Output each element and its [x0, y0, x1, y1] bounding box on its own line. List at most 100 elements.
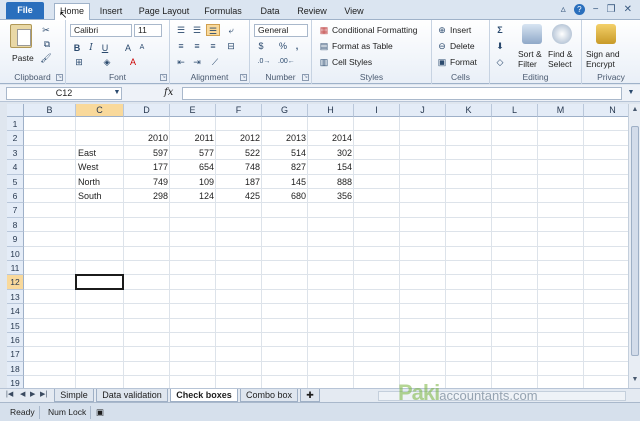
tab-insert[interactable]: Insert — [96, 4, 126, 20]
last-sheet-icon[interactable]: ▶| — [40, 390, 47, 398]
row-header-5[interactable]: 5 — [7, 174, 24, 189]
column-header-h[interactable]: H — [308, 104, 354, 117]
vertical-scrollbar[interactable]: ▲ ▼ — [628, 104, 640, 388]
worksheet-grid[interactable]: B C D E F G H I J K L M N 1 2 3 4 5 6 7 8 9 10 11 12 13 14 15 16 17 18… — [7, 104, 628, 388]
row-header-16[interactable]: 16 — [7, 333, 24, 348]
cell-year-header[interactable]: 2013 — [262, 131, 308, 145]
row-header-8[interactable]: 8 — [7, 217, 24, 233]
format-cells-button[interactable]: Format — [450, 56, 477, 68]
column-header-k[interactable]: K — [446, 104, 492, 117]
sheet-tab-data-validation[interactable]: Data validation — [96, 389, 168, 402]
tab-page-layout[interactable]: Page Layout — [138, 4, 190, 20]
align-bottom-icon[interactable]: ☰ — [206, 24, 220, 36]
font-size-select[interactable]: 11 — [134, 24, 162, 37]
column-header-c[interactable]: C — [76, 104, 124, 117]
conditional-formatting-button[interactable]: Conditional Formatting — [332, 24, 418, 36]
cell-value[interactable]: 748 — [216, 160, 262, 174]
cell-value[interactable]: 124 — [170, 189, 216, 203]
name-box[interactable]: C12 — [6, 87, 122, 100]
cell-value[interactable]: 298 — [124, 189, 170, 203]
fill-icon[interactable]: ⬇ — [494, 40, 506, 52]
cell-value[interactable]: 827 — [262, 160, 308, 174]
cell-value[interactable]: 522 — [216, 146, 262, 160]
cell-value[interactable]: 654 — [170, 160, 216, 174]
column-header-e[interactable]: E — [170, 104, 216, 117]
ribbon-minimize-icon[interactable]: ▵ — [561, 4, 566, 15]
column-header-i[interactable]: I — [354, 104, 400, 117]
help-icon[interactable]: ? — [573, 4, 585, 15]
decrease-indent-icon[interactable]: ⇤ — [174, 56, 188, 68]
fill-color-icon[interactable]: ◈ — [100, 56, 114, 68]
paste-icon[interactable] — [10, 24, 32, 48]
column-header-g[interactable]: G — [262, 104, 308, 117]
row-header-3[interactable]: 3 — [7, 145, 24, 161]
cell-region-label[interactable]: South — [76, 189, 124, 203]
macro-record-icon[interactable]: ▣ — [92, 406, 108, 419]
merge-center-icon[interactable]: ⊟ — [224, 40, 238, 52]
row-header-10[interactable]: 10 — [7, 246, 24, 261]
cell-value[interactable]: 597 — [124, 146, 170, 160]
format-as-table-button[interactable]: Format as Table — [332, 40, 393, 52]
cell-year-header[interactable]: 2014 — [308, 131, 354, 145]
insert-sheet-icon[interactable]: ✚ — [300, 389, 320, 402]
cell-value[interactable]: 356 — [308, 189, 354, 203]
first-sheet-icon[interactable]: |◀ — [6, 390, 13, 398]
tab-file[interactable]: File — [6, 2, 44, 19]
paste-button[interactable]: Paste — [12, 52, 34, 64]
sort-filter-button[interactable]: Filter — [518, 58, 537, 70]
cell-region-label[interactable]: East — [76, 146, 124, 160]
prev-sheet-icon[interactable]: ◀ — [20, 390, 25, 398]
row-header-4[interactable]: 4 — [7, 160, 24, 175]
currency-button[interactable]: $ — [256, 40, 266, 52]
increase-decimal-icon[interactable]: .0→ — [256, 56, 272, 68]
autosum-icon[interactable]: Σ — [494, 24, 506, 36]
minimize-icon[interactable]: − — [593, 4, 599, 15]
align-right-icon[interactable]: ≡ — [206, 40, 220, 52]
column-header-d[interactable]: D — [124, 104, 170, 117]
cell-value[interactable]: 888 — [308, 175, 354, 189]
number-format-select[interactable]: General — [254, 24, 308, 37]
scroll-down-icon[interactable]: ▼ — [629, 376, 640, 383]
cell-region-label[interactable]: North — [76, 175, 124, 189]
number-launcher-icon[interactable]: ↘ — [302, 74, 309, 81]
row-header-11[interactable]: 11 — [7, 261, 24, 276]
row-header-14[interactable]: 14 — [7, 304, 24, 319]
cell-year-header[interactable]: 2011 — [170, 131, 216, 145]
increase-indent-icon[interactable]: ⇥ — [190, 56, 204, 68]
delete-cells-button[interactable]: Delete — [450, 40, 475, 52]
cell-styles-button[interactable]: Cell Styles — [332, 56, 372, 68]
cell-region-label[interactable]: West — [76, 160, 124, 174]
wrap-text-icon[interactable]: ⤶ — [224, 24, 238, 36]
cell-value[interactable]: 145 — [262, 175, 308, 189]
shrink-font-icon[interactable]: A — [136, 42, 148, 54]
row-header-1[interactable]: 1 — [7, 117, 24, 132]
row-header-9[interactable]: 9 — [7, 232, 24, 247]
next-sheet-icon[interactable]: ▶ — [30, 390, 35, 398]
cell-value[interactable]: 680 — [262, 189, 308, 203]
cell-value[interactable]: 425 — [216, 189, 262, 203]
restore-icon[interactable]: ❐ — [607, 4, 616, 15]
insert-cells-button[interactable]: Insert — [450, 24, 471, 36]
vertical-scroll-thumb[interactable] — [631, 126, 639, 356]
row-header-6[interactable]: 6 — [7, 189, 24, 204]
expand-formula-icon[interactable]: ▼ — [626, 87, 636, 99]
tab-view[interactable]: View — [340, 4, 368, 20]
select-all-corner[interactable] — [7, 104, 24, 117]
cell-value[interactable]: 302 — [308, 146, 354, 160]
decrease-decimal-icon[interactable]: .00← — [278, 56, 295, 68]
bold-button[interactable]: B — [72, 42, 82, 54]
cell-value[interactable]: 577 — [170, 146, 216, 160]
sheet-tab-check-boxes[interactable]: Check boxes — [170, 389, 238, 402]
column-header-j[interactable]: J — [400, 104, 446, 117]
orientation-icon[interactable]: ⟋ — [208, 56, 222, 68]
tab-review[interactable]: Review — [294, 4, 330, 20]
column-header-b[interactable]: B — [24, 104, 76, 117]
grow-font-icon[interactable]: A — [122, 42, 134, 54]
format-painter-icon[interactable]: 🖌 — [40, 52, 52, 64]
insert-function-button[interactable]: fx — [164, 87, 173, 98]
comma-button[interactable]: , — [292, 40, 302, 52]
column-header-n[interactable]: N — [584, 104, 628, 117]
find-select-button[interactable]: Select — [548, 58, 572, 70]
percent-button[interactable]: % — [278, 40, 288, 52]
name-box-dropdown-icon[interactable]: ▼ — [112, 87, 122, 99]
